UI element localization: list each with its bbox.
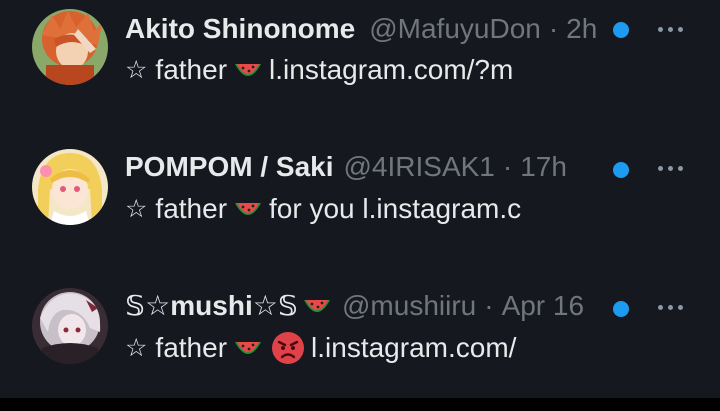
- avatar[interactable]: [32, 9, 108, 85]
- more-options-button[interactable]: [650, 292, 690, 322]
- preview-text: l.instagram.com/?m: [269, 54, 514, 85]
- more-dots-icon: [657, 165, 663, 171]
- preview-text: for you l.instagram.c: [269, 193, 522, 224]
- star-glyph: ☆: [125, 194, 148, 223]
- separator: ·: [484, 290, 494, 321]
- more-options-button[interactable]: [650, 14, 690, 44]
- bottom-edge: [0, 398, 720, 411]
- sender-name: POMPOM / Saki: [125, 151, 334, 182]
- timestamp: 2h: [566, 13, 598, 44]
- preview-text: l.instagram.com/: [311, 332, 517, 363]
- sender-name: Akito Shinonome: [125, 13, 356, 44]
- angry-face-icon: [271, 331, 305, 365]
- star-glyph: ☆: [125, 333, 148, 362]
- avatar[interactable]: [32, 149, 108, 225]
- sender-handle: @mushiiru: [342, 290, 477, 321]
- separator: ·: [502, 151, 513, 182]
- sender-handle: @MafuyuDon: [369, 13, 541, 44]
- conversation-item[interactable]: POMPOM / Saki @4IRISAK1 · 17h ☆ father f…: [0, 140, 720, 240]
- conversation-header: POMPOM / Saki @4IRISAK1 · 17h: [125, 149, 567, 185]
- dm-conversation-list: Akito Shinonome @MafuyuDon · 2h ☆ father…: [0, 0, 720, 398]
- message-preview: ☆ father l.instagram.com/?m: [125, 51, 550, 89]
- conversation-header: 𝕊☆mushi☆𝕊 @mushiiru · Apr 16: [125, 288, 584, 324]
- conversation-header: Akito Shinonome @MafuyuDon · 2h: [125, 11, 597, 47]
- star-glyph: ☆: [125, 55, 148, 84]
- watermelon-icon: [233, 58, 263, 82]
- separator: ·: [548, 13, 559, 44]
- timestamp: Apr 16: [501, 290, 585, 321]
- message-preview: ☆ father for you l.instagram.c: [125, 190, 550, 228]
- sender-name: 𝕊☆mushi☆𝕊: [125, 290, 298, 321]
- more-dots-icon: [657, 26, 663, 32]
- preview-word: father: [155, 193, 228, 224]
- more-dots-icon: [657, 304, 663, 310]
- timestamp: 17h: [520, 151, 567, 182]
- preview-word: father: [155, 54, 228, 85]
- message-preview: ☆ father l.instagram.com/: [125, 329, 550, 367]
- more-options-button[interactable]: [650, 153, 690, 183]
- watermelon-icon: [233, 336, 263, 360]
- conversation-item[interactable]: 𝕊☆mushi☆𝕊 @mushiiru · Apr 16 ☆ father l.…: [0, 279, 720, 379]
- unread-indicator: [613, 22, 629, 38]
- watermelon-icon: [233, 197, 263, 221]
- avatar[interactable]: [32, 288, 108, 364]
- unread-indicator: [613, 301, 629, 317]
- watermelon-icon: [302, 294, 332, 318]
- preview-word: father: [155, 332, 228, 363]
- conversation-item[interactable]: Akito Shinonome @MafuyuDon · 2h ☆ father…: [0, 0, 720, 100]
- unread-indicator: [613, 162, 629, 178]
- sender-handle: @4IRISAK1: [343, 151, 495, 182]
